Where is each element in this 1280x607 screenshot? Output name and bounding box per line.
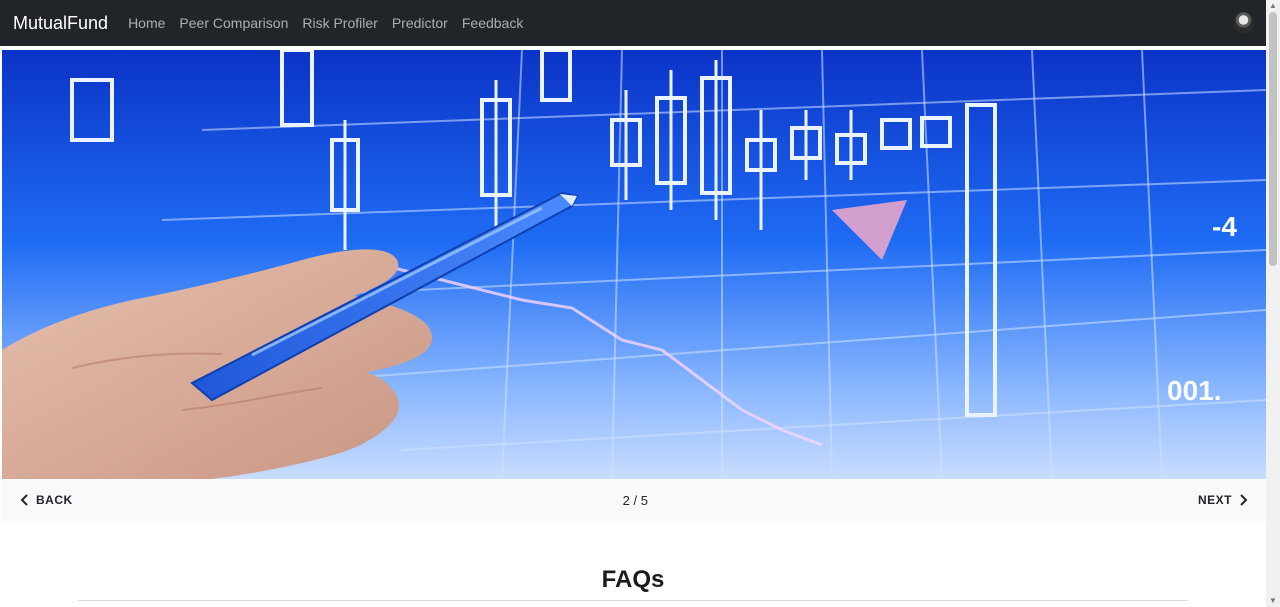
carousel-back-button[interactable]: BACK [20, 493, 73, 507]
nav-peer-comparison[interactable]: Peer Comparison [179, 15, 288, 31]
faq-divider [78, 600, 1188, 601]
nav-home[interactable]: Home [128, 15, 165, 31]
carousel-controls: BACK 2 / 5 NEXT [2, 479, 1266, 521]
top-navbar: MutualFund Home Peer Comparison Risk Pro… [0, 0, 1266, 46]
carousel-next-label: NEXT [1197, 493, 1232, 507]
scroll-down-arrow-icon[interactable]: ▼ [1269, 597, 1277, 605]
page: MutualFund Home Peer Comparison Risk Pro… [0, 0, 1280, 607]
page-scrollbar[interactable]: ▲ ▼ [1266, 0, 1280, 607]
brand-logo[interactable]: MutualFund [13, 13, 108, 34]
scrollbar-thumb[interactable] [1269, 12, 1277, 266]
carousel-counter: 2 / 5 [622, 492, 648, 508]
faq-section-title: FAQs [601, 566, 665, 593]
nav-risk-profiler[interactable]: Risk Profiler [302, 15, 377, 31]
nav-predictor[interactable]: Predictor [392, 15, 448, 31]
chevron-left-icon [20, 494, 28, 506]
user-avatar[interactable] [1233, 12, 1254, 33]
chart-overlay-value-top: -4 [1212, 211, 1237, 242]
scroll-up-arrow-icon[interactable]: ▲ [1269, 2, 1277, 10]
nav-feedback[interactable]: Feedback [462, 15, 523, 31]
carousel-next-button[interactable]: NEXT [1198, 493, 1248, 507]
chart-overlay-value-bottom: 001. [1167, 375, 1222, 406]
chevron-right-icon [1240, 494, 1248, 506]
stock-chart-hand-pen-image: -4 001. [2, 50, 1266, 479]
nav-links: Home Peer Comparison Risk Profiler Predi… [128, 15, 537, 31]
carousel-slide-image: -4 001. [2, 50, 1266, 479]
carousel-back-label: BACK [36, 493, 73, 507]
